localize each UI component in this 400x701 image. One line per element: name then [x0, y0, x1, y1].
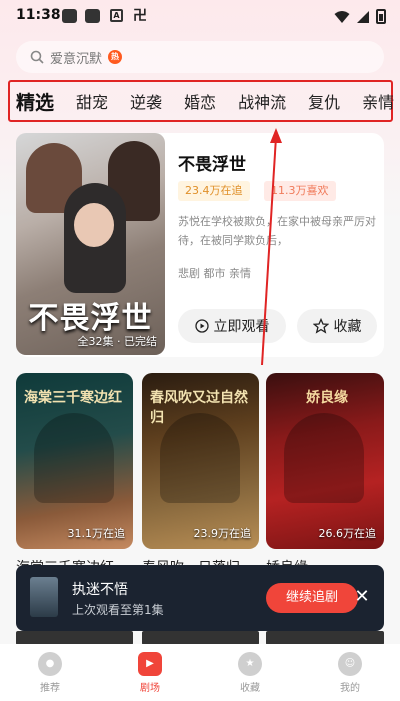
watch-now-button[interactable]: 立即观看	[178, 309, 286, 343]
app-notification-icon: 卍	[133, 8, 147, 24]
search-placeholder: 爱意沉默	[50, 51, 103, 67]
poster-title: 不畏浮世	[28, 301, 153, 336]
featured-description: 苏悦在学校被欺负，在家中被母亲严厉对待，在被同学欺负后，	[178, 215, 376, 247]
wifi-icon	[334, 10, 350, 23]
status-time: 11:38	[16, 7, 61, 23]
poster-figure	[74, 203, 114, 247]
nav-item-recommend[interactable]: ● 推荐	[15, 651, 85, 694]
favorite-button[interactable]: 收藏	[297, 309, 377, 343]
favorite-label: 收藏	[333, 319, 362, 335]
notification-icon	[85, 9, 100, 23]
star-icon: ★	[238, 651, 262, 676]
recommend-icon: ●	[38, 651, 62, 676]
drama-poster-title: 海棠三千寒边红	[24, 390, 122, 406]
featured-title: 不畏浮世	[178, 155, 246, 175]
bottom-nav: ● 推荐 ▶ 剧场 ★ 收藏 ☺ 我的	[0, 644, 400, 701]
nav-label: 推荐	[40, 682, 60, 694]
drama-card[interactable]: 春风吹又过自然归 23.9万在追	[142, 373, 259, 549]
drama-following-count: 26.6万在追	[318, 527, 377, 540]
poster-figure	[34, 413, 114, 503]
status-bar: 11:38 A 卍	[0, 0, 400, 32]
star-outline-icon	[312, 318, 329, 334]
drama-following-count: 23.9万在追	[193, 527, 252, 540]
signal-icon	[357, 10, 369, 23]
drama-poster-title: 春风吹又过自然归	[150, 390, 248, 426]
tab-war-god[interactable]: 战神流	[238, 89, 286, 113]
continue-watching-button[interactable]: 继续追剧	[266, 583, 358, 613]
app-screen: 11:38 A 卍 爱意沉默 热 精选 甜宠 逆袭 婚恋 战神流 复仇 亲情 不…	[0, 0, 400, 701]
nav-item-profile[interactable]: ☺ 我的	[315, 651, 385, 694]
drama-following-count: 31.1万在追	[67, 527, 126, 540]
next-row-peek	[16, 631, 133, 645]
likes-count-badge: 11.3万喜欢	[264, 181, 336, 201]
continue-thumbnail	[30, 577, 58, 617]
hot-badge-icon: 热	[108, 50, 123, 64]
close-icon[interactable]: ✕	[350, 585, 374, 609]
watch-now-label: 立即观看	[213, 319, 270, 335]
tab-revenge[interactable]: 复仇	[308, 89, 340, 113]
category-tabs: 精选 甜宠 逆袭 婚恋 战神流 复仇 亲情	[16, 86, 394, 116]
continue-progress: 上次观看至第1集	[72, 603, 164, 617]
nav-label: 剧场	[140, 682, 160, 694]
next-row-peek	[266, 631, 384, 645]
app-notification-icon: A	[110, 9, 123, 22]
next-row-peek	[142, 631, 259, 645]
search-bar[interactable]: 爱意沉默 热	[16, 41, 384, 73]
tab-sweet-romance[interactable]: 甜宠	[76, 89, 108, 113]
tab-family[interactable]: 亲情	[362, 89, 394, 113]
theater-icon: ▶	[138, 651, 162, 676]
following-count-badge: 23.4万在追	[178, 181, 250, 201]
nav-label: 收藏	[240, 682, 260, 694]
nav-item-favorites[interactable]: ★ 收藏	[215, 651, 285, 694]
tab-featured[interactable]: 精选	[16, 88, 54, 115]
tab-comeback[interactable]: 逆袭	[130, 89, 162, 113]
search-icon	[30, 50, 44, 64]
drama-card[interactable]: 海棠三千寒边红 31.1万在追	[16, 373, 133, 549]
battery-icon	[376, 9, 386, 24]
poster-episodes: 全32集 · 已完结	[77, 335, 158, 348]
notification-icon	[62, 9, 77, 23]
featured-genres: 悲剧 都市 亲情	[178, 267, 251, 280]
status-indicators	[334, 9, 386, 24]
continue-watching-bar[interactable]: 执迷不悟 上次观看至第1集 继续追剧 ✕	[16, 565, 384, 631]
profile-icon: ☺	[338, 651, 362, 676]
poster-figure	[284, 413, 364, 503]
tab-marriage[interactable]: 婚恋	[184, 89, 216, 113]
nav-item-theater[interactable]: ▶ 剧场	[115, 651, 185, 694]
play-icon	[194, 319, 209, 333]
drama-card[interactable]: 娇良缘 26.6万在追	[266, 373, 384, 549]
drama-poster-title: 娇良缘	[306, 390, 348, 406]
nav-label: 我的	[340, 682, 360, 694]
featured-poster[interactable]: 不畏浮世 全32集 · 已完结	[16, 133, 165, 355]
continue-title: 执迷不悟	[72, 582, 128, 598]
